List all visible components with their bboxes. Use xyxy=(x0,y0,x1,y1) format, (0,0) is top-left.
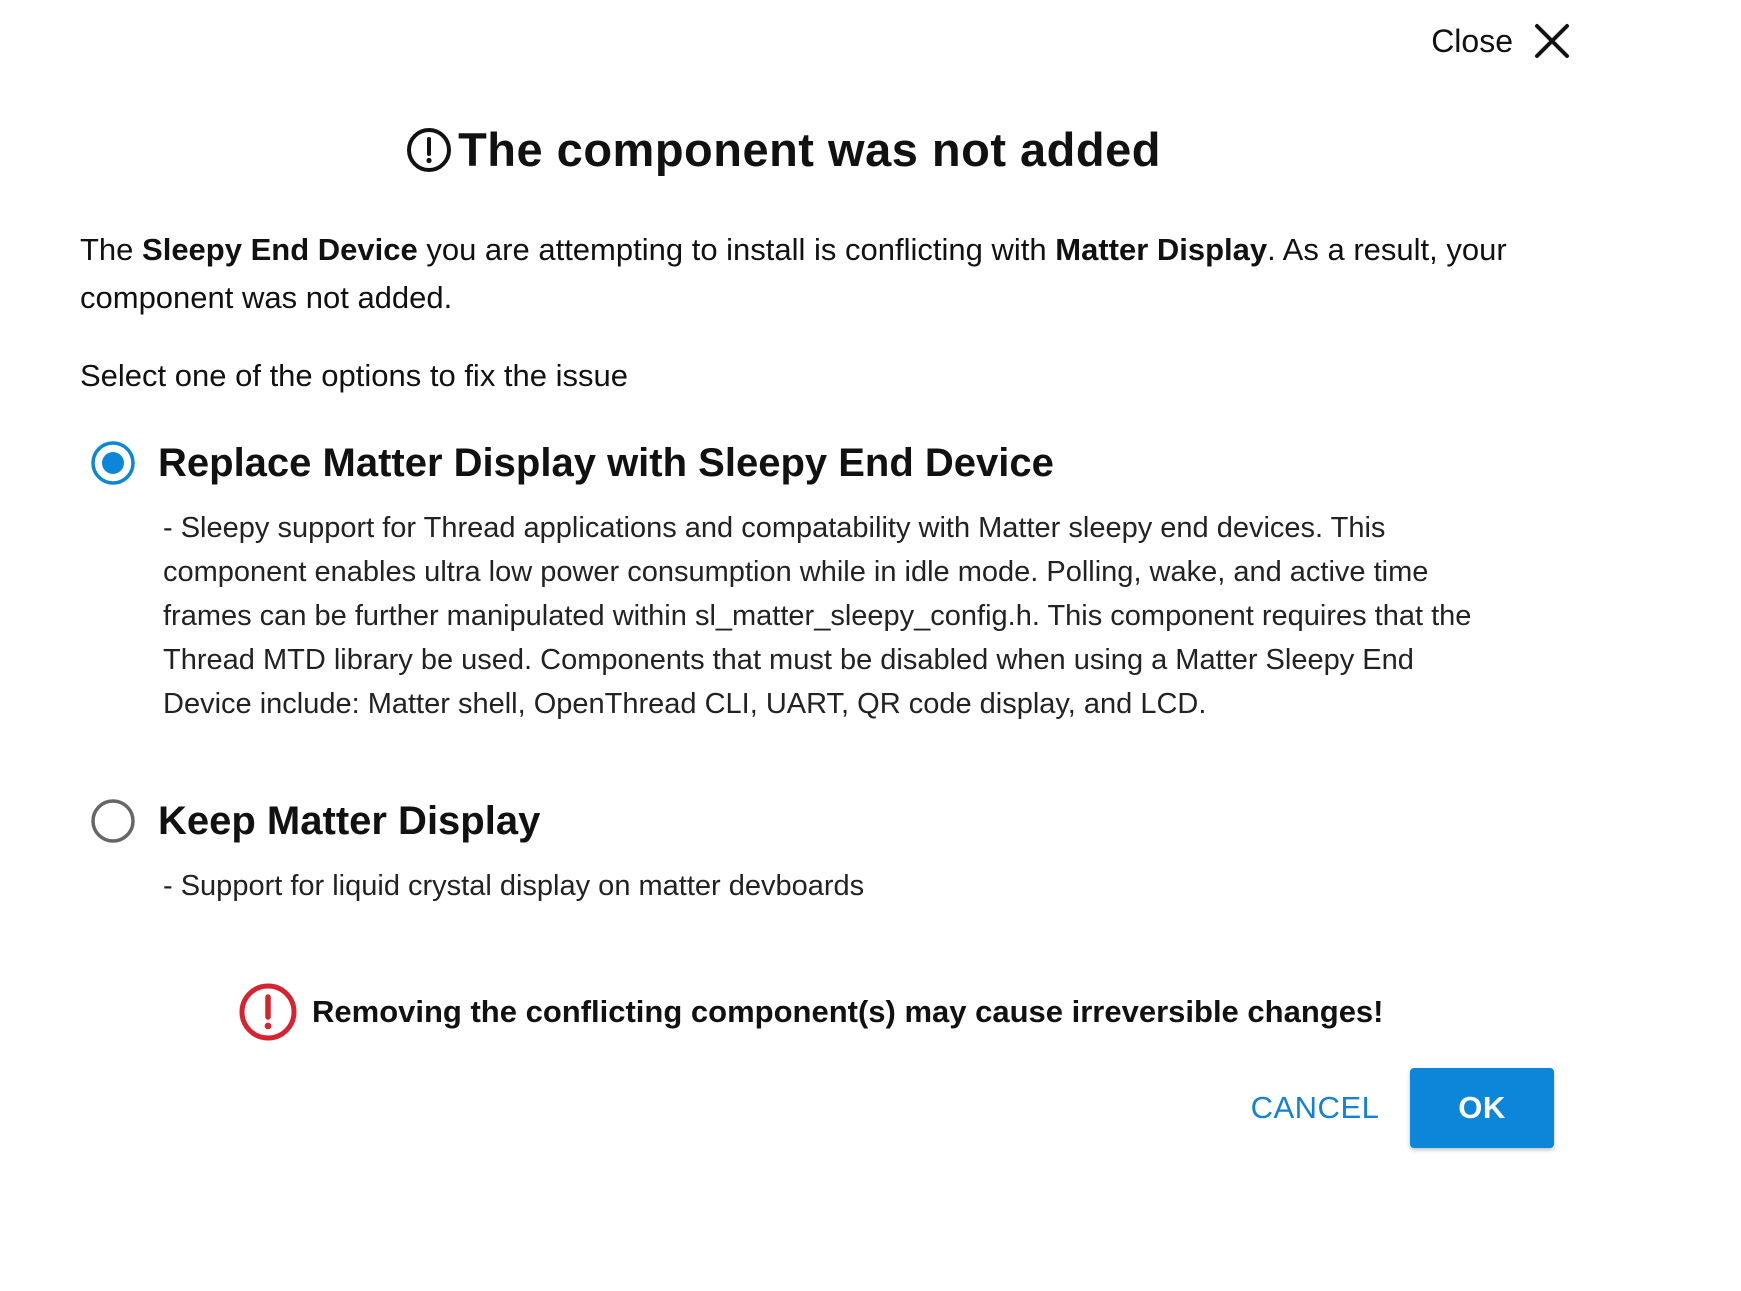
select-prompt: Select one of the options to fix the iss… xyxy=(80,358,629,393)
intro-component-name: Sleepy End Device xyxy=(142,232,418,267)
conflict-message: The Sleepy End Device you are attempting… xyxy=(80,226,1530,322)
option-keep: Keep Matter Display - Support for liquid… xyxy=(90,798,1510,908)
option-keep-title: Keep Matter Display xyxy=(158,798,541,843)
warning-exclamation-circle-icon xyxy=(238,982,298,1042)
intro-middle: you are attempting to install is conflic… xyxy=(417,232,1056,267)
close-x-icon[interactable] xyxy=(1533,22,1571,60)
option-keep-description: - Support for liquid crystal display on … xyxy=(163,870,865,902)
option-replace-description: - Sleepy support for Thread applications… xyxy=(163,512,1472,720)
cancel-button[interactable]: CANCEL xyxy=(1240,1070,1390,1146)
irreversible-warning: Removing the conflicting component(s) ma… xyxy=(238,982,1384,1042)
exclamation-circle-icon xyxy=(404,125,454,175)
intro-conflict-name: Matter Display xyxy=(1055,232,1268,267)
close-button[interactable]: Close xyxy=(1431,22,1571,60)
option-replace-title: Replace Matter Display with Sleepy End D… xyxy=(158,440,1054,485)
option-keep-head[interactable]: Keep Matter Display xyxy=(90,798,1510,844)
intro-prefix: The xyxy=(80,232,143,267)
option-replace-head[interactable]: Replace Matter Display with Sleepy End D… xyxy=(90,440,1510,486)
dialog-title: The component was not added xyxy=(458,123,1161,176)
radio-unselected-icon[interactable] xyxy=(90,798,136,844)
option-replace: Replace Matter Display with Sleepy End D… xyxy=(90,440,1510,726)
close-label: Close xyxy=(1431,22,1513,59)
radio-selected-icon[interactable] xyxy=(90,440,136,486)
dialog-title-row: The component was not added xyxy=(0,122,1565,177)
warning-text: Removing the conflicting component(s) ma… xyxy=(312,994,1384,1029)
conflict-dialog: Close The component was not added The Sl… xyxy=(0,0,1741,1291)
ok-button[interactable]: OK xyxy=(1410,1068,1554,1148)
